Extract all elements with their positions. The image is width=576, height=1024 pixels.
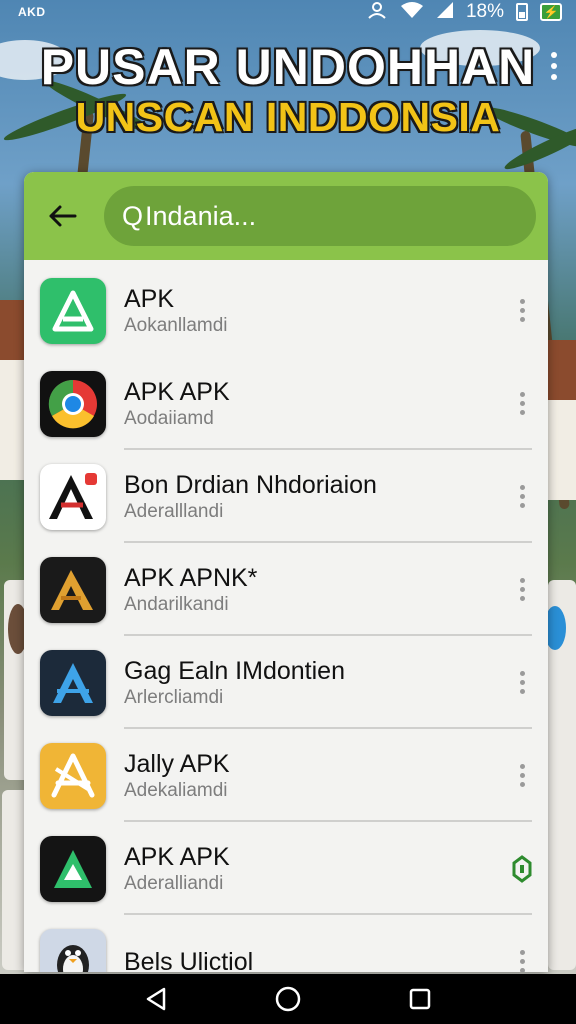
app-subtitle: Aderalllandi	[124, 500, 224, 522]
apk-dark-icon	[40, 835, 106, 902]
search-input[interactable]	[145, 200, 446, 232]
gold-a-icon	[40, 556, 106, 623]
download-shield-icon[interactable]	[502, 839, 542, 899]
search-header: Q	[24, 172, 548, 260]
list-item[interactable]: Bels Ulictiol	[24, 915, 548, 972]
person-icon	[366, 1, 388, 24]
app-name: APK APK	[124, 377, 230, 406]
item-menu-icon[interactable]	[502, 746, 542, 806]
status-bar: AKD 18% ⚡	[0, 0, 576, 24]
app-name: Bon Drdian Nhdoriaion	[124, 470, 377, 499]
app-name: APK APNK*	[124, 563, 258, 592]
recents-nav-icon[interactable]	[400, 979, 440, 1019]
item-menu-icon[interactable]	[502, 467, 542, 527]
app-name: Bels Ulictiol	[124, 947, 254, 973]
yellow-a-icon	[40, 742, 106, 809]
search-bar[interactable]: Q	[104, 186, 536, 246]
list-item[interactable]: APK APNK* Andarilkandi	[24, 543, 548, 636]
search-icon: Q	[122, 200, 144, 231]
red-a-icon	[40, 463, 106, 530]
top-overflow-menu-icon[interactable]	[550, 52, 558, 80]
app-subtitle: Andarilkandi	[124, 593, 229, 615]
list-item[interactable]: Gag Ealn IMdontien Arlercliamdi	[24, 636, 548, 729]
charging-icon: ⚡	[540, 3, 562, 21]
apk-green-icon	[40, 277, 106, 344]
list-item[interactable]: Jally APK Adekaliamdi	[24, 729, 548, 822]
battery-percent: 18%	[465, 1, 504, 22]
list-item[interactable]: Bon Drdian Nhdoriaion Aderalllandi	[24, 450, 548, 543]
item-menu-icon[interactable]	[502, 653, 542, 713]
app-list: APK Aokanllamdi APK APK Aodaiiamd Bon Dr…	[24, 260, 548, 972]
headline-subtitle: UNSCAN INDDONSIA	[75, 94, 501, 140]
navigation-bar	[0, 974, 576, 1024]
list-item[interactable]: APK APK Aderalliandi	[24, 822, 548, 915]
app-name: Jally APK	[124, 749, 230, 778]
app-subtitle: Aderalliandi	[124, 872, 224, 894]
app-name: Gag Ealn IMdontien	[124, 656, 345, 685]
app-name: APK APK	[124, 842, 230, 871]
item-menu-icon[interactable]	[502, 932, 542, 972]
back-arrow-icon[interactable]	[42, 196, 82, 236]
wifi-icon	[400, 1, 424, 24]
chrome-icon	[40, 370, 106, 437]
item-menu-icon[interactable]	[502, 374, 542, 434]
home-nav-icon[interactable]	[268, 979, 308, 1019]
signal-icon	[436, 1, 454, 24]
app-subtitle: Aodaiiamd	[124, 407, 214, 429]
back-nav-icon[interactable]	[136, 979, 176, 1019]
app-subtitle: Arlercliamdi	[124, 686, 224, 708]
app-subtitle: Adekaliamdi	[124, 779, 228, 801]
app-name: APK	[124, 284, 175, 313]
blue-a-icon	[40, 649, 106, 716]
headline-title: PUSAR UNDOHHAN	[40, 39, 536, 95]
list-item[interactable]: APK APK Aodaiiamd	[24, 357, 548, 450]
headline: PUSAR UNDOHHAN UNSCAN INDDONSIA	[0, 40, 576, 140]
carrier-label: AKD	[18, 5, 46, 19]
app-subtitle: Aokanllamdi	[124, 314, 228, 336]
item-menu-icon[interactable]	[502, 281, 542, 341]
list-item[interactable]: APK Aokanllamdi	[24, 264, 548, 357]
app-list-panel: Q APK Aokanllamdi APK APK Aodaiiamd	[24, 172, 548, 972]
battery-icon	[516, 3, 528, 21]
penguin-icon	[40, 928, 106, 972]
item-menu-icon[interactable]	[502, 560, 542, 620]
